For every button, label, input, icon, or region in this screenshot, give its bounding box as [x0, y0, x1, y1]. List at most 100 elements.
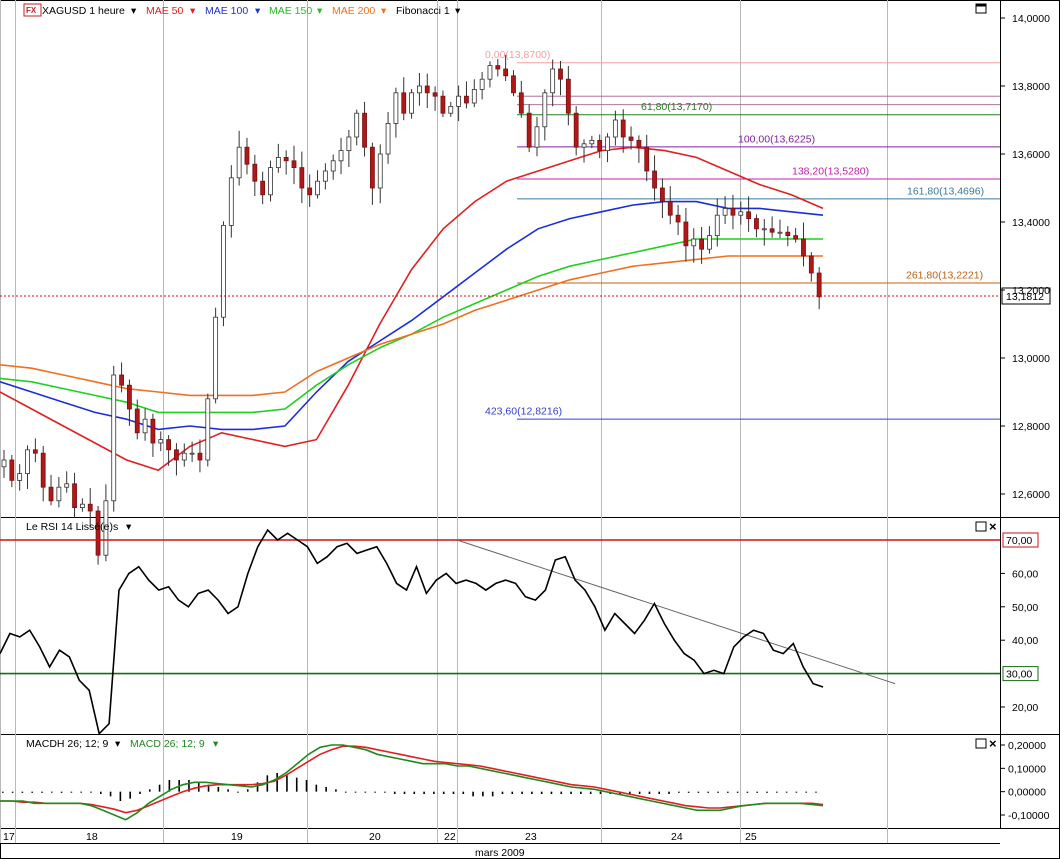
candle-body-8: [64, 483, 70, 488]
mae150-dropdown-icon[interactable]: ▾: [317, 5, 323, 17]
candle-body-84: [660, 187, 665, 202]
fib-label-3: 138,20(13,5280): [792, 165, 869, 177]
macdh-bar-2: [21, 791, 24, 793]
rsi-legend: Le RSI 14 Lissé(e)s ▾ ×: [26, 519, 997, 534]
macd-legend: MACDH 26; 12; 9 ▾ MACD 26; 12; 9 ▾ ×: [26, 736, 997, 751]
candle-body-39: [307, 187, 313, 196]
macdh-bar-44: [433, 791, 435, 794]
candle-body-22: [174, 449, 179, 461]
macdh-bar-25: [246, 789, 249, 792]
macdh-dropdown-icon[interactable]: ▾: [115, 738, 121, 750]
macdh-bar-14: [139, 791, 141, 794]
rsi-close-icon[interactable]: ×: [989, 519, 997, 534]
time-x-axis: 17 18 19 20 22 23 24 25: [3, 831, 757, 843]
macdh-bar-59: [580, 791, 582, 794]
macdh-bar-16: [158, 784, 161, 792]
macdh-bar-45: [442, 791, 445, 794]
price-tick-label-2: 13,6000: [1012, 149, 1050, 161]
candle-body-48: [377, 153, 383, 189]
macdh-bar-8: [80, 791, 82, 793]
candle-body-41: [322, 170, 328, 182]
candle-body-36: [283, 156, 289, 162]
price-tick-label-3: 13,4000: [1012, 217, 1050, 229]
candle-body-100: [785, 231, 791, 236]
candle-body-103: [808, 255, 814, 274]
candle-body-75: [589, 139, 595, 145]
macdh-bar-10: [99, 791, 102, 794]
macdh-bar-46: [452, 791, 455, 794]
fib-label-4: 161,80(13,4696): [907, 185, 984, 197]
candle-body-95: [746, 211, 752, 220]
rsi-title[interactable]: Le RSI 14 Lissé(e)s: [26, 521, 118, 533]
macdh-bar-72: [707, 791, 710, 793]
candle-body-70: [550, 68, 556, 94]
macdh-bar-51: [501, 791, 504, 794]
mae100-label[interactable]: MAE 100: [205, 5, 248, 17]
candle-body-10: [79, 503, 85, 509]
fib-label-2: 100,00(13,6225): [738, 133, 815, 145]
macdh-bar-81: [795, 791, 798, 793]
macdh-bar-53: [521, 791, 523, 794]
month-label: mars 2009: [475, 847, 525, 859]
x-tick-label-5: 23: [525, 831, 537, 843]
macdh-bar-11: [109, 791, 112, 797]
mae50-label[interactable]: MAE 50: [146, 5, 184, 17]
candle-body-71: [558, 68, 563, 80]
candle-body-102: [801, 238, 806, 257]
candle-body-3: [25, 449, 30, 474]
instrument-label[interactable]: XAGUSD 1 heure: [42, 5, 125, 17]
candle-body-76: [597, 139, 603, 151]
fibonacci-dropdown-icon[interactable]: ▾: [455, 5, 461, 17]
candle-body-78: [612, 119, 618, 138]
mae100-dropdown-icon[interactable]: ▾: [255, 5, 261, 17]
macd-title[interactable]: MACD 26; 12; 9: [130, 738, 205, 750]
macdh-bar-82: [805, 791, 808, 793]
price-tick-label-1: 13,8000: [1012, 81, 1050, 93]
instrument-dropdown-icon[interactable]: ▾: [131, 5, 137, 17]
macdh-bar-47: [462, 791, 465, 794]
fib-label-0: 0,00(13,8700): [485, 49, 550, 61]
candle-body-51: [401, 92, 407, 114]
macdh-bar-5: [50, 791, 53, 793]
rsi-lower-label: 30,00: [1006, 669, 1032, 681]
x-tick-label-7: 25: [745, 831, 757, 843]
fib-label-6: 423,60(12,8216): [485, 406, 562, 418]
candle-body-82: [644, 146, 650, 172]
macdh-bar-40: [393, 791, 396, 794]
macdh-bar-80: [785, 791, 788, 793]
fibonacci-label[interactable]: Fibonacci 1: [396, 5, 450, 17]
macdh-bar-43: [423, 791, 425, 794]
rsi-line: [0, 528, 824, 736]
macdh-bar-57: [560, 791, 563, 794]
macdh-title[interactable]: MACDH 26; 12; 9: [26, 738, 108, 750]
macdh-bar-75: [736, 791, 739, 793]
mae150-label[interactable]: MAE 150: [269, 5, 312, 17]
macd-close-icon[interactable]: ×: [989, 736, 997, 751]
candle-body-61: [479, 78, 485, 90]
rsi-dropdown-icon[interactable]: ▾: [126, 521, 132, 533]
moving-averages: [0, 146, 824, 472]
candle-body-86: [675, 214, 681, 223]
rsi-maximize-icon[interactable]: [975, 521, 987, 532]
macdh-bar-55: [540, 791, 543, 794]
macd-maximize-icon[interactable]: [975, 738, 987, 749]
mae50-dropdown-icon[interactable]: ▾: [190, 5, 196, 17]
mae200-label[interactable]: MAE 200: [332, 5, 375, 17]
ma-line-0: [0, 146, 824, 472]
candle-body-37: [291, 160, 297, 169]
macdh-bar-41: [403, 791, 406, 794]
candle-body-17: [134, 408, 140, 434]
candle-body-33: [260, 180, 266, 196]
candle-body-101: [793, 235, 799, 240]
macdh-bar-48: [472, 791, 474, 797]
mae200-dropdown-icon[interactable]: ▾: [381, 5, 387, 17]
candle-body-15: [119, 374, 124, 386]
candle-body-72: [565, 78, 571, 114]
macdh-bar-74: [727, 791, 729, 793]
macdh-bar-58: [570, 791, 572, 794]
candle-body-56: [440, 95, 446, 114]
macd-dropdown-icon[interactable]: ▾: [213, 738, 219, 750]
rsi-tick-label-0: 60,00: [1012, 568, 1038, 580]
price-tick-label-6: 12,8000: [1012, 421, 1050, 433]
macdh-bar-66: [648, 791, 651, 794]
